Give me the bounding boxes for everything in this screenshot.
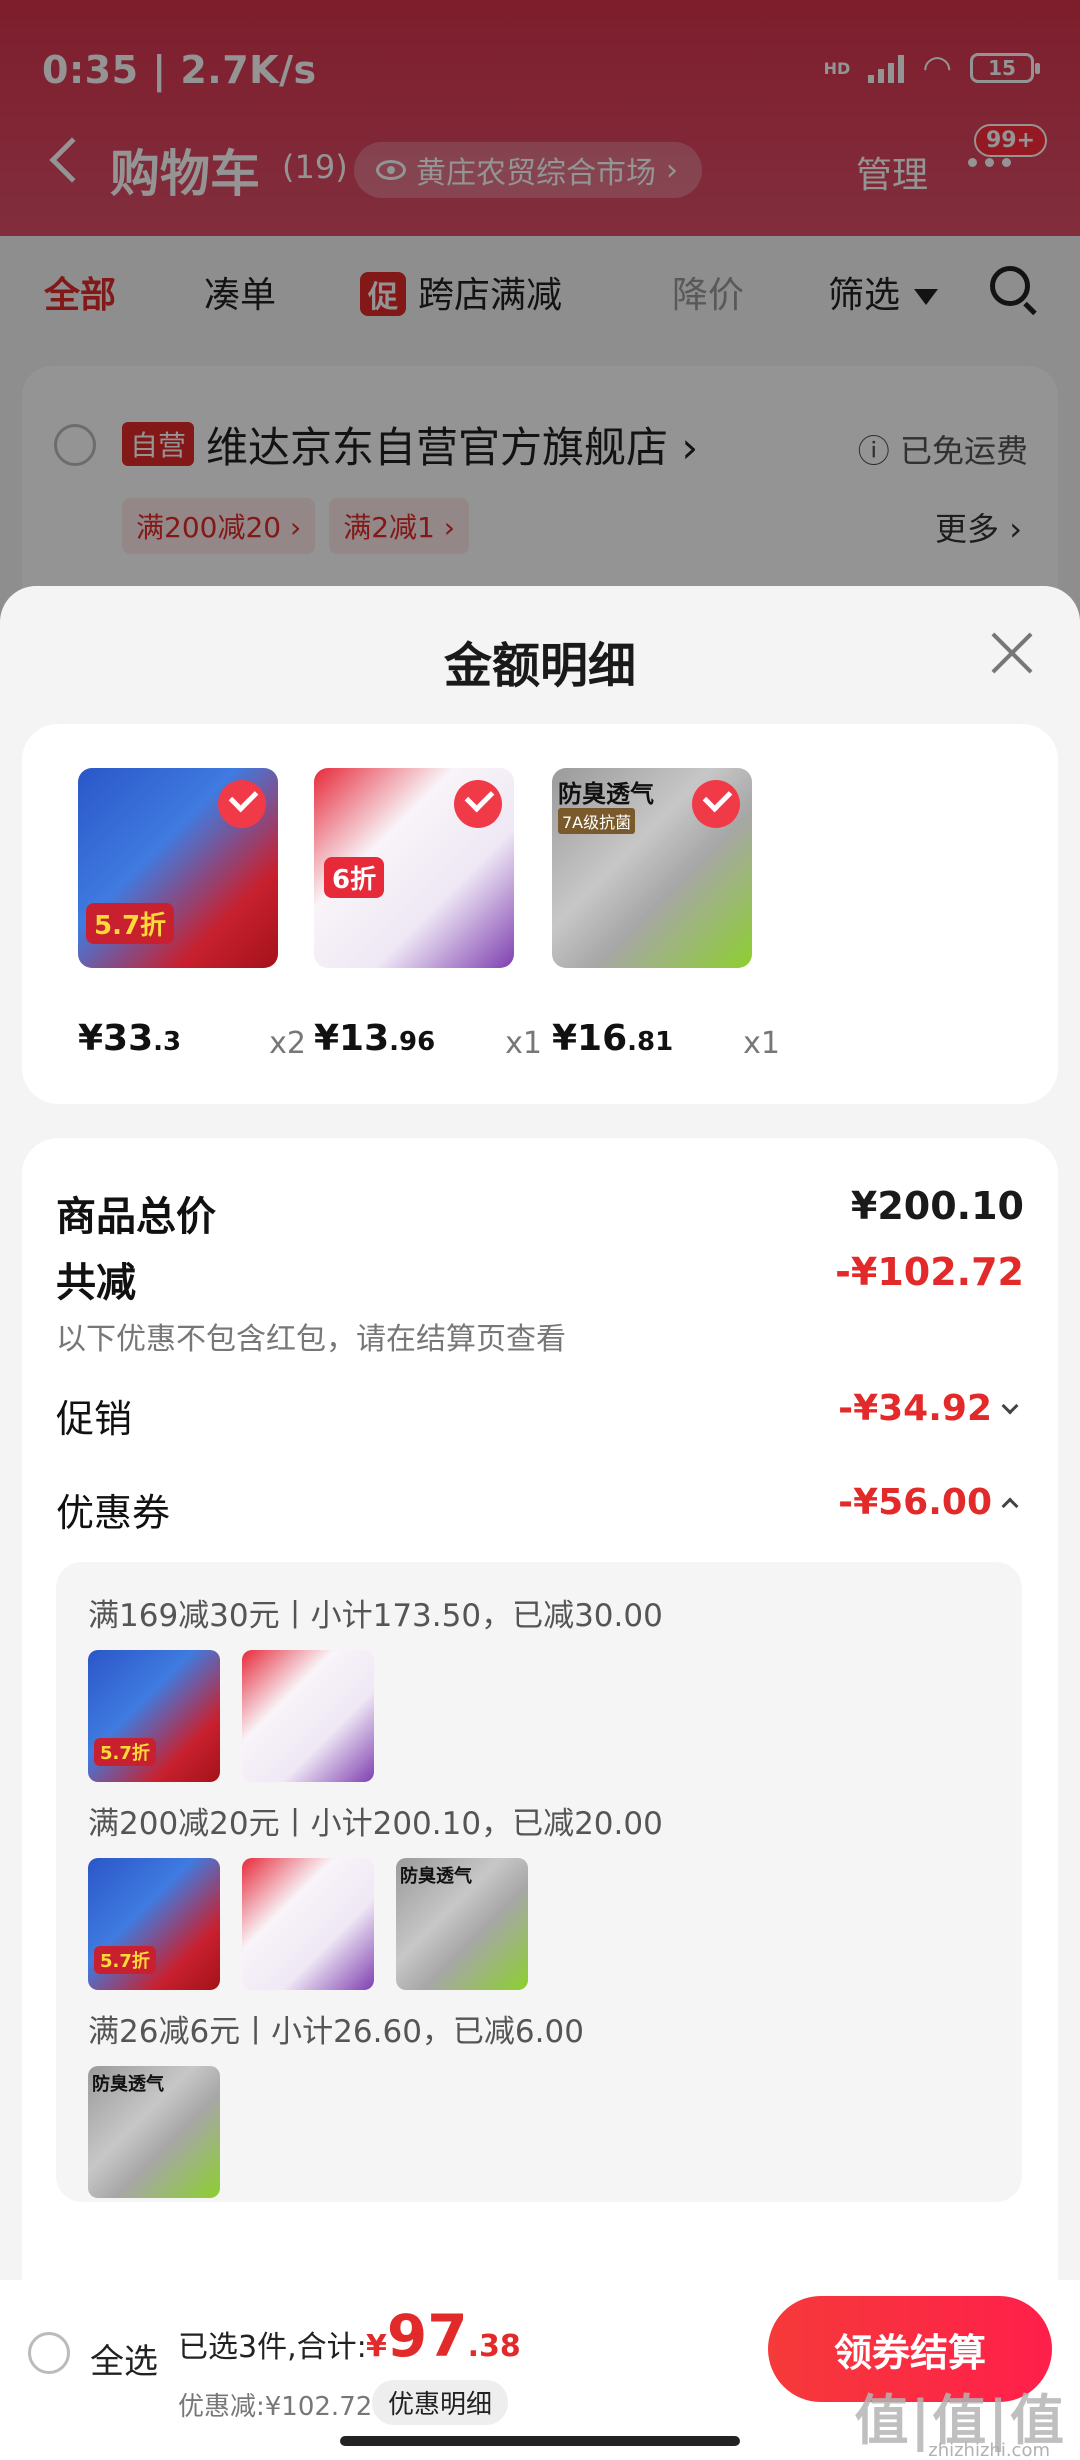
item-qty: x2 <box>269 1026 306 1061</box>
item-price: ¥13.96 <box>314 1018 435 1059</box>
item-qty: x1 <box>743 1026 780 1061</box>
sale-badge: 5.7折 <box>94 1738 156 1766</box>
product-thumbnail <box>242 1858 374 1990</box>
selected-item[interactable]: 6折 ¥13.96 x1 <box>314 768 542 1068</box>
product-label: 防臭透气 <box>558 780 654 808</box>
price-detail-card: 商品总价 ¥200.10 共减 -¥102.72 以下优惠不包含红包，请在结算页… <box>22 1138 1058 2460</box>
select-all-label[interactable]: 全选 <box>90 2334 158 2383</box>
product-label: 防臭透气 <box>92 2074 164 2095</box>
chevron-down-icon <box>1001 1397 1019 1415</box>
product-thumbnail: 防臭透气 <box>88 2066 220 2198</box>
discount-detail-button[interactable]: 优惠明细 <box>372 2380 509 2425</box>
watermark-site: zhizhizhi.com <box>928 2440 1050 2460</box>
coupon-row[interactable]: -¥56.00 <box>838 1482 1019 1523</box>
goods-total-value: ¥200.10 <box>850 1184 1024 1228</box>
coupon-rule: 满200减20元丨小计200.10，已减20.00 <box>88 1806 663 1842</box>
select-all-radio[interactable] <box>28 2332 70 2374</box>
item-price-dec: .3 <box>153 1027 182 1057</box>
chevron-up-icon <box>1001 1497 1019 1515</box>
check-icon <box>218 780 266 828</box>
coupon-breakdown: 满169减30元丨小计173.50，已减30.00 5.7折 满200减20元丨… <box>56 1562 1022 2202</box>
check-icon <box>454 780 502 828</box>
product-thumbnail: 5.7折 <box>88 1858 220 1990</box>
coupon-items: 5.7折 <box>88 1650 374 1782</box>
item-price: ¥16.81 <box>552 1018 673 1059</box>
product-thumbnail: 防臭透气 <box>396 1858 528 1990</box>
product-thumbnail: 5.7折 <box>88 1650 220 1782</box>
coupon-label: 优惠券 <box>56 1491 171 1535</box>
product-image: 防臭透气 7A级抗菌 <box>552 768 752 968</box>
product-image: 5.7折 <box>78 768 278 968</box>
item-price-dec: .96 <box>389 1027 436 1057</box>
total-price: ¥97.38 <box>366 2302 521 2370</box>
currency-symbol: ¥ <box>366 2329 387 2364</box>
coupon-items: 防臭透气 <box>88 2066 220 2198</box>
home-indicator[interactable] <box>340 2436 740 2446</box>
selected-item[interactable]: 5.7折 ¥33.3 x2 <box>78 768 306 1068</box>
coupon-rule: 满169减30元丨小计173.50，已减30.00 <box>88 1598 663 1634</box>
close-icon[interactable] <box>990 630 1034 674</box>
promotion-label: 促销 <box>56 1397 133 1441</box>
sale-badge: 5.7折 <box>94 1946 156 1974</box>
promotion-value: -¥34.92 <box>838 1388 992 1429</box>
promotion-row[interactable]: -¥34.92 <box>838 1388 1019 1429</box>
item-price-int: ¥33 <box>78 1018 154 1059</box>
product-sublabel: 7A级抗菌 <box>558 808 636 834</box>
selected-items-card: 5.7折 ¥33.3 x2 6折 ¥13.96 x1 防臭透气 7A级抗菌 ¥1… <box>22 724 1058 1104</box>
sale-badge: 5.7折 <box>86 903 175 944</box>
amount-detail-sheet: 金额明细 5.7折 ¥33.3 x2 6折 ¥13.96 x1 防臭透气 7A级… <box>0 586 1080 2460</box>
total-off-label: 共减 <box>56 1260 136 1306</box>
total-off-value: -¥102.72 <box>835 1250 1024 1294</box>
item-qty: x1 <box>505 1026 542 1061</box>
item-price-dec: .81 <box>627 1027 674 1057</box>
sale-badge: 6折 <box>324 857 385 898</box>
check-icon <box>692 780 740 828</box>
product-image: 6折 <box>314 768 514 968</box>
discount-note: 以下优惠不包含红包，请在结算页查看 <box>56 1322 566 1357</box>
item-price-int: ¥16 <box>552 1018 628 1059</box>
sheet-title: 金额明细 <box>443 638 636 694</box>
saved-amount: 优惠减:¥102.72 <box>178 2392 373 2422</box>
coupon-rule: 满26减6元丨小计26.60，已减6.00 <box>88 2014 584 2050</box>
item-price-int: ¥13 <box>314 1018 390 1059</box>
selected-item[interactable]: 防臭透气 7A级抗菌 ¥16.81 x1 <box>552 768 780 1068</box>
coupon-value: -¥56.00 <box>838 1482 992 1523</box>
product-thumbnail <box>242 1650 374 1782</box>
product-label: 防臭透气 <box>400 1866 472 1887</box>
item-price: ¥33.3 <box>78 1018 181 1059</box>
total-int: 97 <box>386 2302 468 2370</box>
coupon-items: 5.7折 防臭透气 <box>88 1858 528 1990</box>
total-dec: .38 <box>467 2329 521 2364</box>
goods-total-label: 商品总价 <box>56 1194 216 1240</box>
selection-summary: 已选3件,合计: <box>178 2330 367 2365</box>
